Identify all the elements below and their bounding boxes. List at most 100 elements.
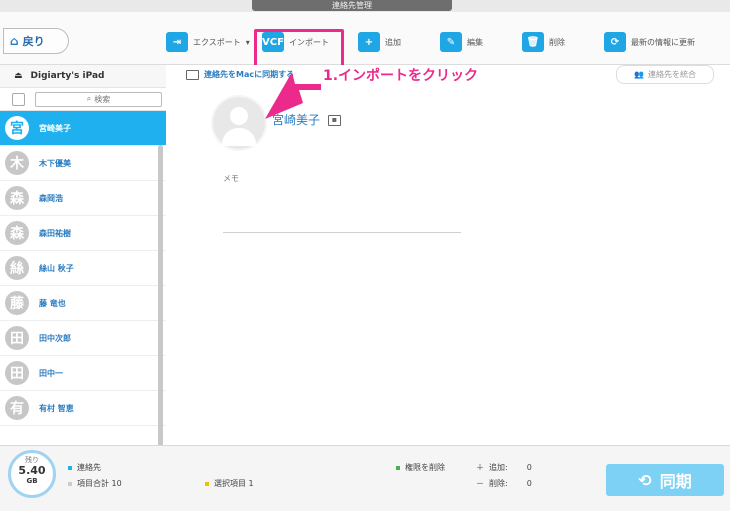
delete-count-value: 0: [526, 479, 532, 488]
contact-avatar: 田: [5, 361, 29, 385]
annotation-arrow: [265, 72, 321, 119]
yellow-square-icon: [205, 481, 209, 486]
export-button[interactable]: ⇥ エクスポート ▾: [166, 30, 250, 54]
contact-item[interactable]: 木 木下優美: [0, 146, 166, 181]
contact-item[interactable]: 藤 藤 竜也: [0, 286, 166, 321]
gray-square-icon: [68, 481, 72, 486]
contact-avatar: 木: [5, 151, 29, 175]
contact-name: 藤 竜也: [39, 298, 66, 308]
contact-detail-pane: 連絡先をMacに同期する 👥 連絡先を統合 宮崎美子 ▪ メモ: [166, 65, 730, 445]
contact-avatar: 宮: [5, 116, 29, 140]
delete-button[interactable]: 🗑 削除: [522, 30, 565, 54]
storage-value: 5.40: [18, 464, 46, 477]
green-square-icon: [396, 465, 400, 470]
annotation-text: 1.インポートをクリック: [323, 68, 479, 84]
select-all-checkbox[interactable]: [12, 92, 25, 106]
delete-label: 削除: [549, 37, 565, 47]
contact-avatar: 有: [5, 396, 29, 420]
add-label: 追加: [385, 37, 401, 47]
search-icon: ⌕: [86, 94, 92, 103]
contact-item[interactable]: 森 森田祐樹: [0, 216, 166, 251]
contact-name: 有村 智恵: [39, 403, 74, 413]
delete-count-label: 削除:: [489, 479, 508, 488]
contacts-sidebar: ⏏ Digiarty's iPad ⌕ 検索 宮 宮崎美子 木 木下優美 森 森…: [0, 65, 167, 475]
memo-label: メモ: [223, 174, 239, 183]
trash-icon: 🗑: [522, 32, 544, 52]
search-placeholder: 検索: [94, 94, 111, 104]
refresh-icon: ⟳: [604, 32, 626, 52]
back-label: 戻り: [22, 35, 45, 48]
contacts-legend: 連絡先: [68, 462, 101, 473]
contact-avatar: 田: [5, 326, 29, 350]
blue-square-icon: [68, 465, 72, 470]
import-label: インポート: [289, 37, 329, 47]
contact-item[interactable]: 田 田中一: [0, 356, 166, 391]
add-contact-icon: +: [358, 32, 380, 52]
contact-avatar: 森: [5, 186, 29, 210]
refresh-label: 最新の情報に更新: [631, 37, 695, 47]
back-button[interactable]: ⌂ 戻り: [3, 28, 69, 54]
sync-button[interactable]: ⟲ 同期: [606, 464, 724, 496]
toolbar: ⌂ 戻り ⇥ エクスポート ▾ VCF インポート + 追加 ✎ 編集 🗑 削除…: [0, 12, 730, 73]
sync-icon: ⟲: [638, 470, 652, 490]
footer-bar: 残り 5.40 GB 連絡先 項目合計 10 選択項目 1 権限を削除 ＋ 追加…: [0, 445, 730, 511]
contact-name: 絲山 秋子: [39, 263, 74, 273]
export-icon: ⇥: [166, 32, 188, 52]
sidebar-scrollbar[interactable]: [158, 145, 163, 475]
annotation-arrow-shape: [265, 72, 321, 119]
contact-name: 木下優美: [39, 158, 71, 168]
device-row[interactable]: ⏏ Digiarty's iPad: [0, 65, 166, 88]
selected-items-label: 選択項目 1: [214, 479, 254, 488]
search-input[interactable]: ⌕ 検索: [35, 91, 162, 107]
contact-item[interactable]: 絲 絲山 秋子: [0, 251, 166, 286]
merge-contacts-button[interactable]: 👥 連絡先を統合: [616, 65, 714, 84]
add-button[interactable]: + 追加: [358, 30, 401, 54]
total-items-legend: 項目合計 10: [68, 478, 122, 489]
contact-item[interactable]: 森 森岡浩: [0, 181, 166, 216]
printer-icon[interactable]: ▪: [328, 115, 341, 126]
contact-avatar: 絲: [5, 256, 29, 280]
add-count: ＋ 追加: 0: [476, 462, 532, 473]
delete-count: － 削除: 0: [476, 478, 532, 489]
contact-name: 宮崎美子: [39, 123, 71, 133]
total-items-label: 項目合計 10: [77, 479, 122, 488]
export-label: エクスポート: [193, 37, 241, 47]
eject-icon: ⏏: [14, 71, 23, 81]
contact-name: 森田祐樹: [39, 228, 71, 238]
edit-button[interactable]: ✎ 編集: [440, 30, 483, 54]
merge-label: 連絡先を統合: [647, 70, 696, 79]
contact-photo[interactable]: [211, 95, 267, 151]
add-count-value: 0: [526, 463, 532, 472]
minus-icon: －: [476, 479, 484, 488]
window-title: 連絡先管理: [252, 0, 452, 11]
edit-icon: ✎: [440, 32, 462, 52]
edit-label: 編集: [467, 37, 483, 47]
vcf-import-icon: VCF: [262, 32, 284, 52]
chevron-down-icon: ▾: [245, 37, 250, 47]
contacts-legend-label: 連絡先: [77, 463, 101, 472]
perm-delete-label: 権限を削除: [405, 463, 445, 472]
search-row: ⌕ 検索: [0, 88, 166, 111]
storage-gauge: 残り 5.40 GB: [8, 450, 56, 498]
contact-item[interactable]: 田 田中次郎: [0, 321, 166, 356]
refresh-button[interactable]: ⟳ 最新の情報に更新: [604, 30, 695, 54]
contact-item[interactable]: 有 有村 智恵: [0, 391, 166, 426]
storage-unit: GB: [26, 477, 38, 485]
import-button[interactable]: VCF インポート: [262, 30, 329, 54]
people-icon: 👥: [634, 70, 644, 79]
contact-name: 田中次郎: [39, 333, 71, 343]
add-count-label: 追加:: [489, 463, 508, 472]
contact-avatar: 藤: [5, 291, 29, 315]
home-icon: ⌂: [10, 34, 19, 48]
sync-label: 同期: [659, 472, 692, 491]
plus-icon: ＋: [476, 463, 484, 472]
device-name: Digiarty's iPad: [30, 71, 105, 81]
contact-item[interactable]: 宮 宮崎美子: [0, 111, 166, 146]
contact-avatar: 森: [5, 221, 29, 245]
contact-name: 森岡浩: [39, 193, 63, 203]
selected-items-legend: 選択項目 1: [205, 478, 254, 489]
contact-name: 田中一: [39, 368, 63, 378]
monitor-icon: [186, 69, 199, 80]
memo-divider: [223, 232, 461, 233]
permission-delete-legend: 権限を削除: [396, 462, 445, 473]
